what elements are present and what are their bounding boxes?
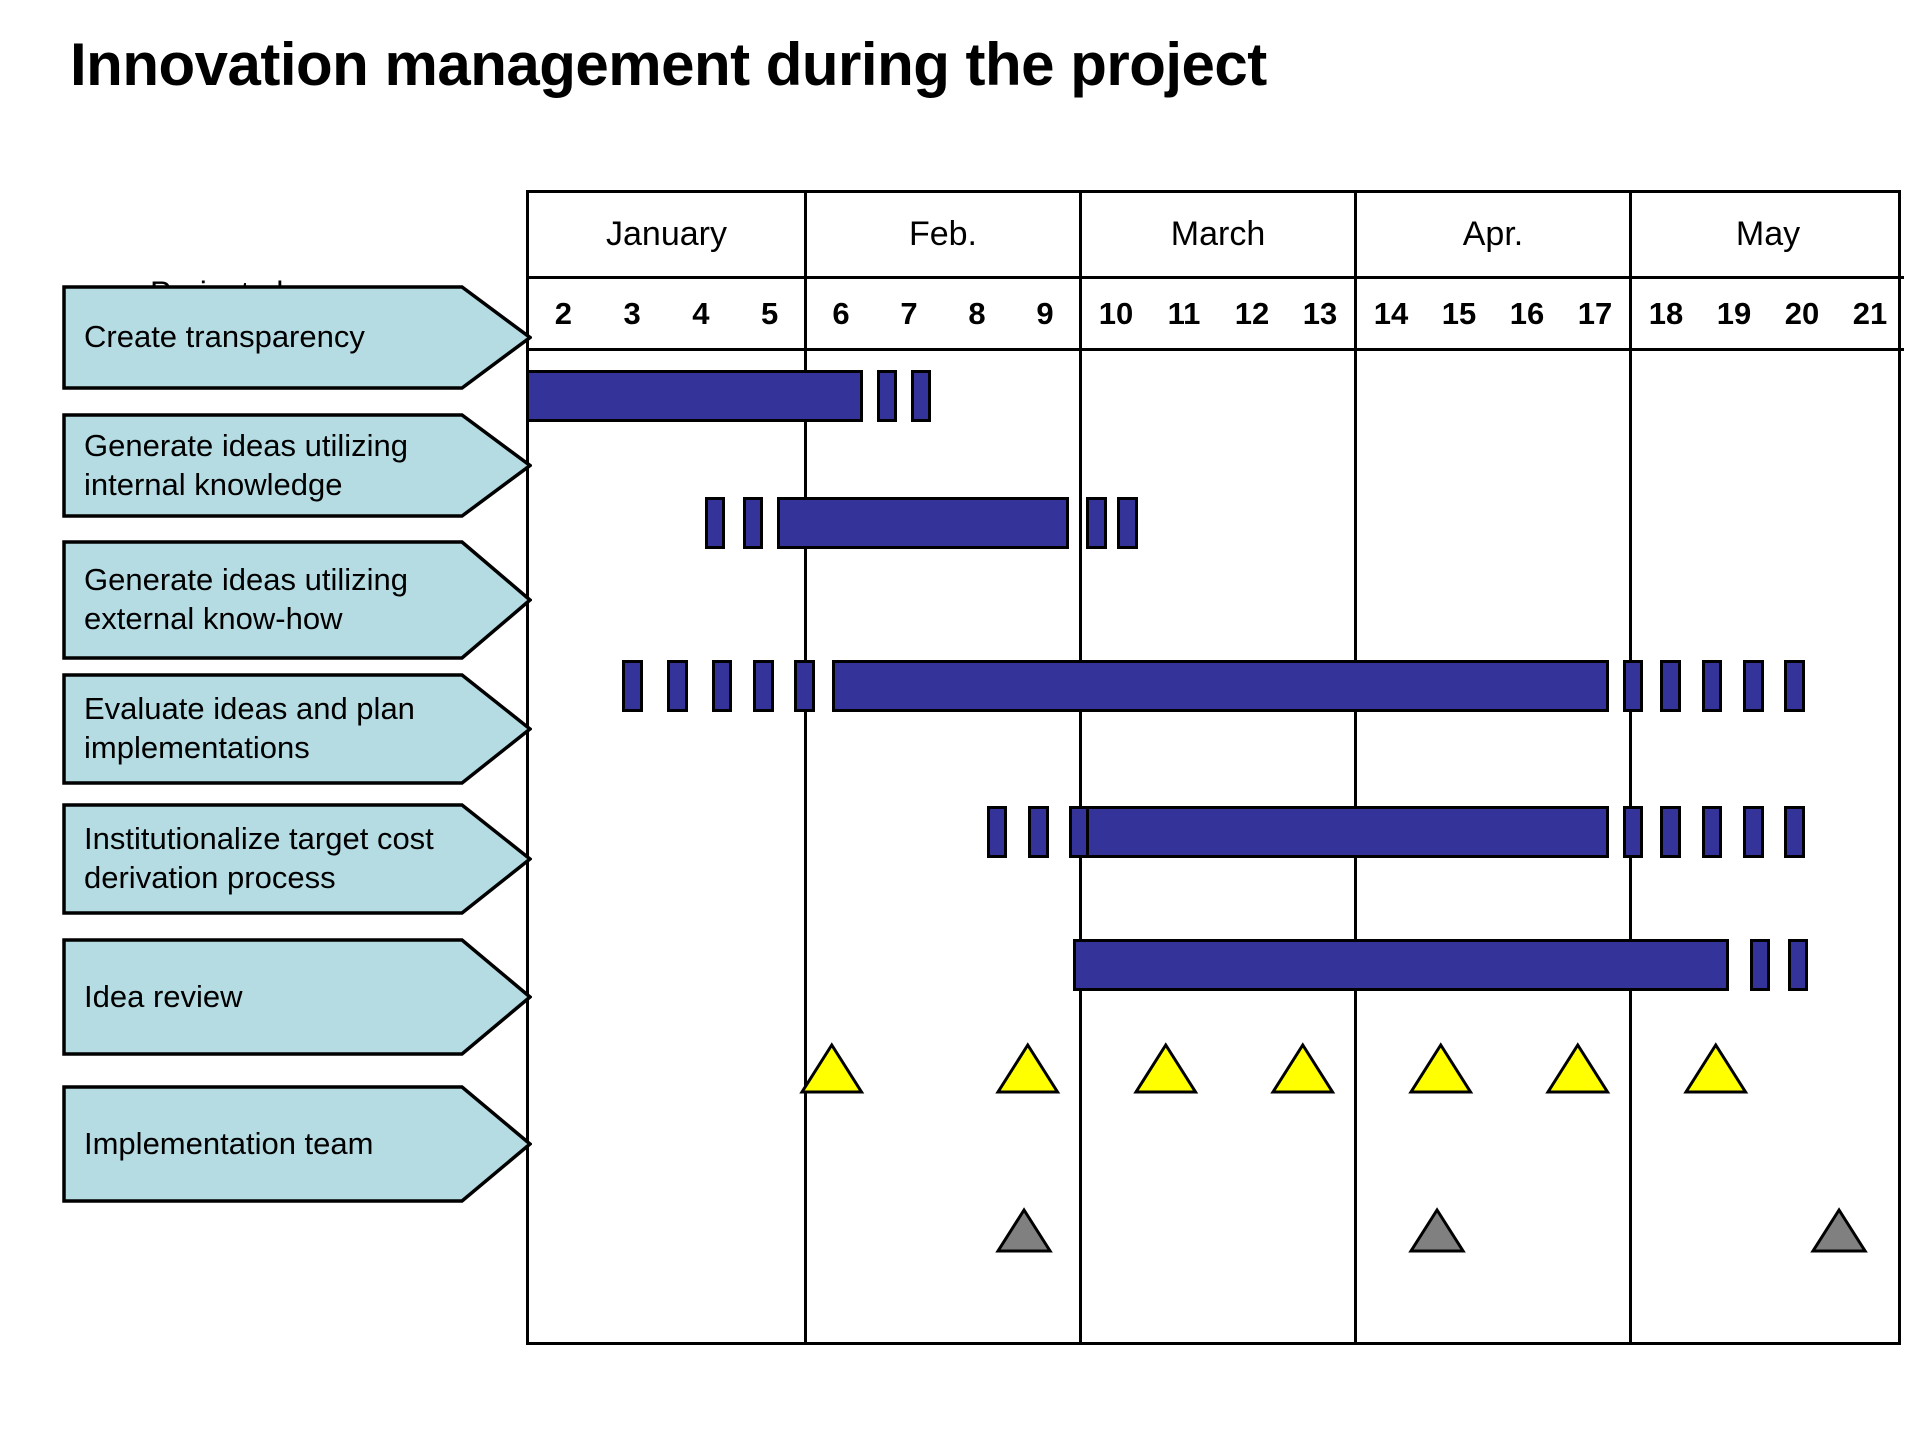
gantt-bar [1622, 806, 1644, 858]
gantt-bar [1742, 806, 1764, 858]
gantt-bar [1742, 660, 1764, 712]
gantt-bar [1086, 497, 1107, 549]
week-number: 2 [554, 295, 572, 331]
milestone-triangle-icon [1408, 1207, 1466, 1253]
week-number: 15 [1441, 295, 1477, 331]
week-number: 14 [1373, 295, 1409, 331]
gantt-bar [794, 660, 815, 712]
phase-arrow-1[interactable]: Create transparency [62, 285, 532, 390]
phase-label: Institutionalize target cost derivation … [84, 821, 434, 895]
week-number: 20 [1784, 295, 1820, 331]
week-number: 21 [1852, 295, 1888, 331]
gantt-chart: Project phase January2345Feb.6789March10… [0, 0, 1920, 1440]
milestone-triangle-icon [995, 1207, 1054, 1253]
week-number-strip: 6 7 8 9 [807, 276, 1079, 351]
month-label: January [606, 215, 727, 253]
phase-arrow-5[interactable]: Institutionalize target cost derivation … [62, 803, 532, 915]
month-label: Apr. [1462, 215, 1524, 253]
milestone-triangle-icon [1810, 1207, 1868, 1253]
phase-label: Generate ideas utilizing external know-h… [84, 562, 408, 636]
gantt-bar [711, 660, 733, 712]
milestone-triangle-icon [1270, 1042, 1336, 1094]
milestone-triangle-icon [1132, 1042, 1198, 1094]
gantt-bar [1072, 939, 1730, 991]
gantt-bar [1622, 660, 1644, 712]
gantt-bar [831, 660, 1609, 712]
phase-arrow-6[interactable]: Idea review [62, 938, 532, 1056]
gantt-bar [1701, 806, 1723, 858]
gantt-bar [876, 370, 897, 422]
phase-label: Create transparency [84, 319, 365, 355]
week-number-strip: 18 19 20 21 [1632, 276, 1904, 351]
week-number-strip: 14 15 16 17 [1357, 276, 1629, 351]
gantt-bar [911, 370, 931, 422]
week-number: 7 [900, 295, 918, 331]
phase-arrow-3[interactable]: Generate ideas utilizing external know-h… [62, 540, 532, 660]
gantt-bar [526, 370, 863, 422]
gantt-bar [1117, 497, 1138, 549]
week-number: 6 [832, 295, 850, 331]
gantt-bar [1086, 806, 1609, 858]
gantt-bar [742, 497, 764, 549]
gantt-bar [666, 660, 688, 712]
gantt-bar [1027, 806, 1049, 858]
gantt-bar [1749, 939, 1771, 991]
week-number: 18 [1648, 295, 1684, 331]
gantt-bar [986, 806, 1008, 858]
month-label: May [1735, 215, 1801, 253]
gantt-bar [752, 660, 774, 712]
phase-label: Evaluate ideas and plan implementations [84, 691, 415, 765]
week-number: 13 [1302, 295, 1338, 331]
milestone-triangle-icon [1682, 1042, 1748, 1094]
phase-label: Idea review [84, 978, 243, 1014]
month-column-january: January 2 3 4 5 [529, 193, 804, 1342]
gantt-bar [704, 497, 726, 549]
gantt-bar [1701, 660, 1723, 712]
week-number: 12 [1234, 295, 1270, 331]
week-number-strip: 10 11 12 13 [1082, 276, 1354, 351]
phase-arrow-2[interactable]: Generate ideas utilizing internal knowle… [62, 413, 532, 518]
month-column-apr: Apr. 14 15 16 17 [1354, 193, 1629, 1342]
week-number: 17 [1577, 295, 1613, 331]
timeline-grid: January 2 3 4 5 Feb. 6 7 8 9 March 10 11 12 13 Apr. 14 15… [526, 190, 1904, 1345]
month-column-march: March 10 11 12 13 [1079, 193, 1354, 1342]
week-number: 4 [692, 295, 710, 331]
phase-label: Implementation team [84, 1125, 374, 1161]
gantt-bar [1784, 806, 1805, 858]
month-column-feb: Feb. 6 7 8 9 [804, 193, 1079, 1342]
gantt-bar [1784, 660, 1805, 712]
month-label: March [1170, 215, 1266, 253]
month-label: Feb. [908, 215, 978, 253]
phase-arrow-4[interactable]: Evaluate ideas and plan implementations [62, 673, 532, 785]
week-number: 19 [1716, 295, 1752, 331]
week-number: 3 [623, 295, 641, 331]
gantt-bar [1660, 660, 1681, 712]
milestone-triangle-icon [1407, 1042, 1473, 1094]
week-number: 10 [1098, 295, 1134, 331]
week-number: 16 [1509, 295, 1545, 331]
week-number: 11 [1167, 295, 1201, 331]
phase-label: Generate ideas utilizing internal knowle… [84, 427, 408, 502]
phase-arrow-7[interactable]: Implementation team [62, 1085, 532, 1203]
month-column-may: May 18 19 20 21 [1629, 193, 1904, 1342]
gantt-bar [776, 497, 1070, 549]
milestone-triangle-icon [995, 1042, 1061, 1094]
week-number: 9 [1036, 295, 1054, 331]
milestone-triangle-icon [799, 1042, 865, 1094]
week-number: 8 [968, 295, 986, 331]
week-number-strip: 2 3 4 5 [529, 276, 804, 351]
gantt-bar [622, 660, 643, 712]
week-number: 5 [761, 295, 779, 331]
milestone-triangle-icon [1545, 1042, 1611, 1094]
gantt-bar [1660, 806, 1681, 858]
gantt-bar [1787, 939, 1809, 991]
